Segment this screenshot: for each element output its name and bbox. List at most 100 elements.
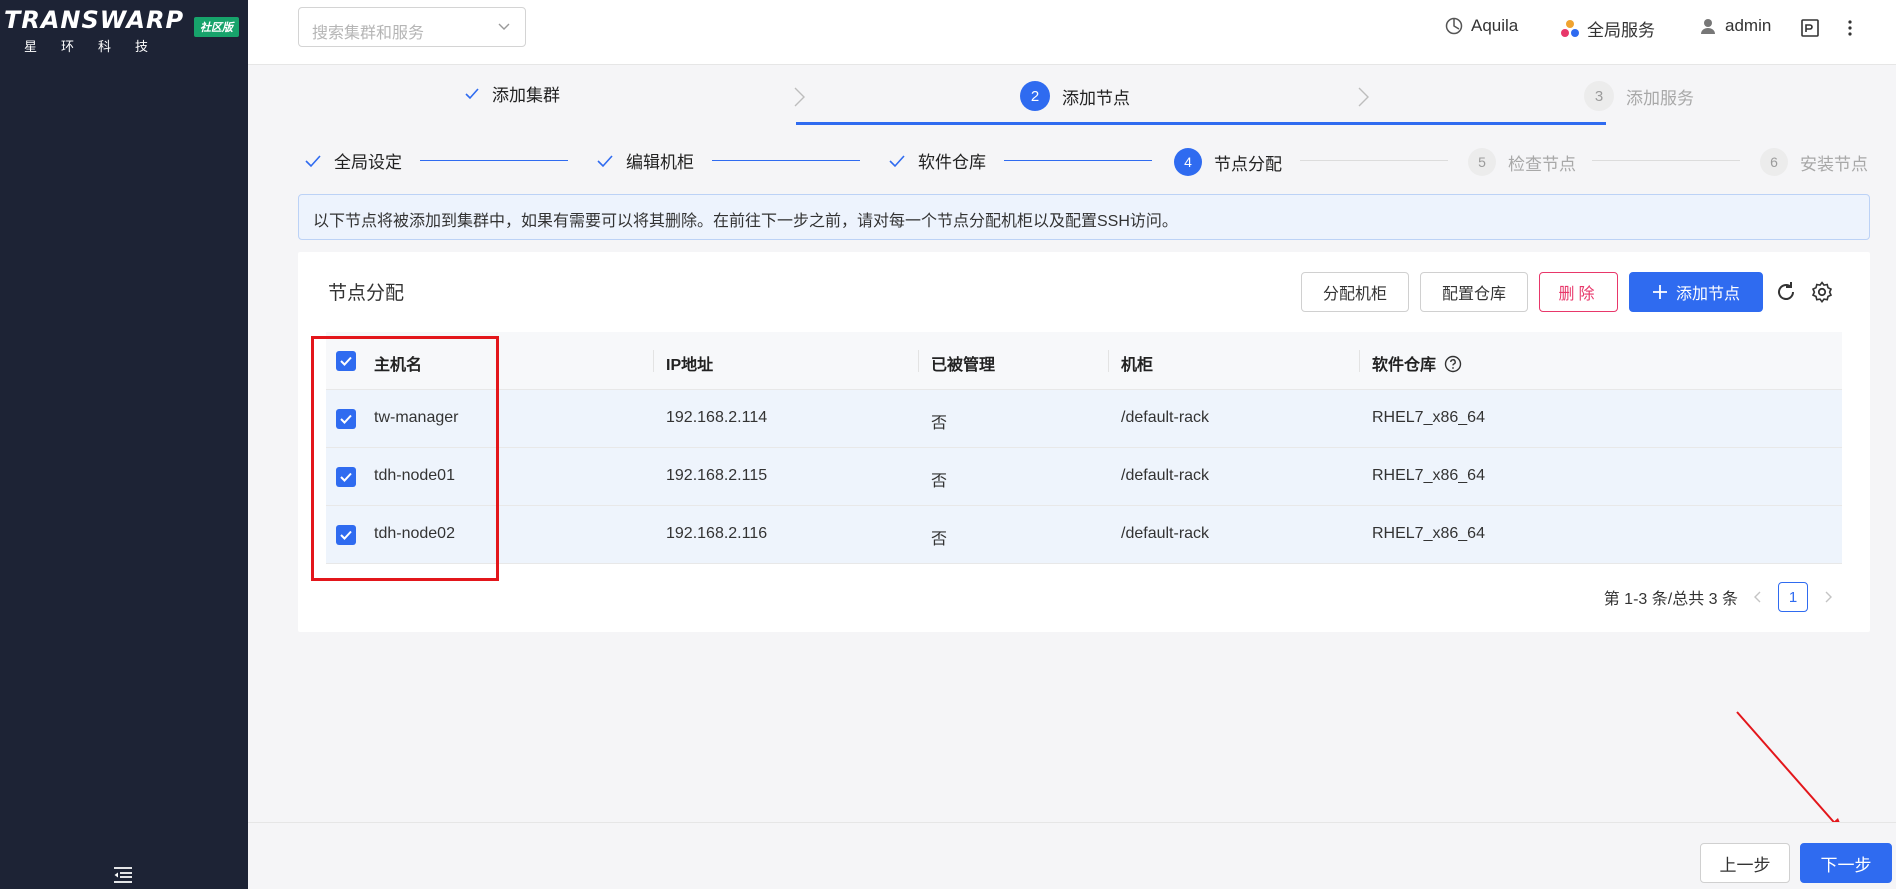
sub-step-label: 全局设定: [334, 153, 402, 172]
assign-rack-button[interactable]: 分配机柜: [1301, 272, 1409, 312]
step-connector: [1592, 160, 1740, 161]
sidebar: TRANSWARP 社区版 星环科技: [0, 0, 248, 889]
next-step-button[interactable]: 下一步: [1800, 843, 1892, 883]
edition-badge: 社区版: [194, 17, 239, 37]
check-icon: [305, 154, 321, 167]
main-step-add-service[interactable]: 3 添加服务: [1584, 81, 1694, 111]
refresh-icon[interactable]: [1774, 280, 1798, 304]
top-bar: 搜索集群和服务 Aquila 全局服务 admin: [248, 0, 1896, 65]
step-connector: [712, 160, 860, 161]
global-services-link[interactable]: 全局服务: [1560, 16, 1655, 41]
logout-icon[interactable]: [1800, 18, 1820, 38]
sub-step-install-node[interactable]: 6 安装节点: [1760, 148, 1868, 176]
step-connector: [1004, 160, 1152, 161]
table-row[interactable]: tw-manager 192.168.2.114 否 /default-rack…: [326, 390, 1842, 448]
pagination-summary: 第 1-3 条/总共 3 条: [1603, 591, 1738, 608]
main-step-add-node[interactable]: 2 添加节点: [1020, 81, 1130, 111]
step-connector: [1300, 160, 1448, 161]
chevron-right-icon: [1358, 87, 1369, 107]
user-icon: [1701, 19, 1715, 34]
step-number: 6: [1760, 148, 1788, 176]
cell-repo: RHEL7_x86_64: [1372, 525, 1485, 542]
column-repo[interactable]: 软件仓库: [1372, 351, 1462, 375]
sub-step-label: 安装节点: [1800, 154, 1868, 174]
sub-step-check-node[interactable]: 5 检查节点: [1468, 148, 1576, 176]
brand-logo[interactable]: TRANSWARP 社区版 星环科技: [4, 6, 248, 54]
table-row[interactable]: tdh-node02 192.168.2.116 否 /default-rack…: [326, 506, 1842, 564]
menu-collapse-icon[interactable]: [112, 866, 134, 884]
card-title: 节点分配: [328, 283, 405, 304]
check-icon: [597, 154, 613, 167]
main-step-label: 添加服务: [1626, 88, 1694, 108]
column-divider: [653, 350, 654, 372]
more-icon[interactable]: [1840, 18, 1860, 38]
page-number[interactable]: 1: [1778, 582, 1808, 612]
pagination: 第 1-3 条/总共 3 条 1: [1604, 582, 1834, 612]
cell-ip: 192.168.2.114: [666, 409, 768, 426]
main-step-label: 添加节点: [1062, 88, 1130, 108]
column-divider: [918, 350, 919, 372]
cell-repo: RHEL7_x86_64: [1372, 409, 1485, 426]
cell-managed: 否: [931, 473, 948, 490]
step-number: 2: [1020, 81, 1050, 111]
sub-step-label: 检查节点: [1508, 154, 1576, 174]
help-icon[interactable]: [1444, 355, 1462, 373]
highlight-annotation: [311, 336, 499, 581]
cluster-name: Aquila: [1471, 16, 1519, 35]
chevron-right-icon[interactable]: [1822, 590, 1834, 604]
arrow-annotation-icon: [1736, 711, 1845, 836]
cluster-switcher[interactable]: Aquila: [1444, 16, 1518, 36]
add-node-button[interactable]: 添加节点: [1629, 272, 1763, 312]
info-alert: 以下节点将被添加到集群中，如果有需要可以将其删除。在前往下一步之前，请对每一个节…: [298, 194, 1870, 240]
settings-icon[interactable]: [1810, 280, 1834, 304]
sub-step-label: 节点分配: [1214, 154, 1282, 174]
sub-step-node-assign[interactable]: 4 节点分配: [1174, 148, 1282, 176]
column-repo-label: 软件仓库: [1372, 357, 1437, 374]
table-header: 主机名 IP地址 已被管理 机柜 软件仓库: [326, 332, 1842, 390]
sub-step-edit-rack[interactable]: 编辑机柜: [596, 148, 694, 173]
chevron-right-icon: [794, 87, 805, 107]
logo-subtitle: 星环科技: [24, 39, 173, 54]
search-select[interactable]: 搜索集群和服务: [298, 7, 526, 47]
column-ip[interactable]: IP地址: [666, 351, 713, 375]
step-connector: [420, 160, 568, 161]
config-repo-button[interactable]: 配置仓库: [1420, 272, 1528, 312]
cell-managed: 否: [931, 415, 948, 432]
node-assign-card: 节点分配 分配机柜 配置仓库 删除 添加节点 主机名 IP地址 已被管理 机柜 …: [298, 252, 1870, 632]
prev-step-button[interactable]: 上一步: [1700, 843, 1790, 883]
cell-rack: /default-rack: [1121, 409, 1210, 426]
table-row[interactable]: tdh-node01 192.168.2.115 否 /default-rack…: [326, 448, 1842, 506]
plus-icon: [1652, 285, 1667, 299]
delete-button[interactable]: 删除: [1539, 272, 1618, 312]
active-step-underline: [796, 122, 1606, 125]
column-divider: [1108, 350, 1109, 372]
user-name: admin: [1725, 16, 1772, 35]
step-number: 4: [1174, 148, 1202, 176]
sub-step-global-settings[interactable]: 全局设定: [304, 148, 402, 173]
main-step-label: 添加集群: [492, 86, 560, 105]
global-services-label: 全局服务: [1587, 21, 1655, 40]
sub-step-software-repo[interactable]: 软件仓库: [888, 148, 986, 173]
column-managed[interactable]: 已被管理: [931, 351, 995, 375]
logo-text: TRANSWARP: [4, 6, 185, 34]
chevron-left-icon[interactable]: [1752, 590, 1764, 604]
services-icon: [1561, 19, 1579, 37]
cell-repo: RHEL7_x86_64: [1372, 467, 1485, 484]
user-menu[interactable]: admin: [1698, 16, 1771, 36]
cell-ip: 192.168.2.115: [666, 467, 768, 484]
main-steps: 添加集群 2 添加节点 3 添加服务: [248, 65, 1896, 127]
cluster-icon: [1445, 17, 1463, 35]
footer-bar: 上一步 下一步: [248, 822, 1896, 889]
chevron-down-icon: [498, 23, 510, 30]
sub-step-label: 软件仓库: [918, 153, 986, 172]
cell-rack: /default-rack: [1121, 525, 1210, 542]
node-table: 主机名 IP地址 已被管理 机柜 软件仓库 tw-manager 192.168…: [326, 332, 1842, 564]
cell-managed: 否: [931, 531, 948, 548]
main-step-add-cluster[interactable]: 添加集群: [464, 81, 560, 106]
check-icon: [889, 154, 905, 167]
search-placeholder: 搜索集群和服务: [312, 25, 425, 42]
step-number: 5: [1468, 148, 1496, 176]
sub-steps: 全局设定 编辑机柜 软件仓库 4 节点分配 5 检查节点 6 安装节点: [248, 140, 1896, 180]
cell-ip: 192.168.2.116: [666, 525, 768, 542]
column-rack[interactable]: 机柜: [1121, 351, 1153, 375]
